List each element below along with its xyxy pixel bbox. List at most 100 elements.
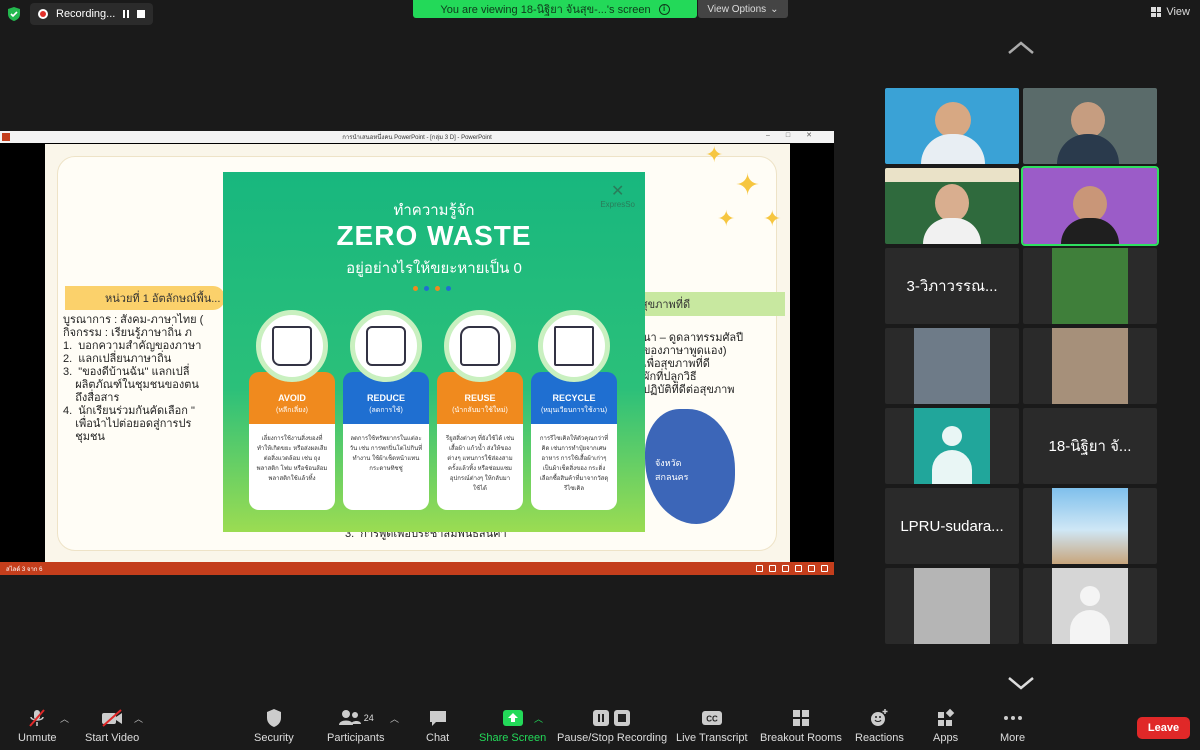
caret-up-icon[interactable]: ︿: [534, 712, 543, 725]
notes-icon[interactable]: [769, 565, 776, 572]
reactions-button[interactable]: Reactions: [855, 708, 904, 744]
live-transcript-button[interactable]: CC Live Transcript: [676, 708, 748, 744]
participant-name: 3-วิภาวรรณ...: [906, 278, 998, 295]
avoid-description: เลี่ยงการใช้งานสิ่งของที่ทำให้เกิดขยะ หร…: [249, 424, 335, 510]
avatar-icon: [914, 408, 990, 484]
recording-box: Recording...: [30, 3, 154, 25]
live-transcript-label: Live Transcript: [676, 732, 748, 744]
breakout-rooms-icon: [792, 708, 810, 728]
viewing-text: You are viewing 18-นิฐิยา จันสุข-...'s s…: [440, 4, 651, 16]
participant-tile[interactable]: [1023, 88, 1157, 164]
info-icon[interactable]: i: [658, 3, 670, 15]
normal-view-icon[interactable]: [782, 565, 789, 572]
view-button[interactable]: View: [1151, 6, 1190, 18]
chevron-down-icon[interactable]: [1007, 676, 1035, 690]
more-button[interactable]: More: [1000, 708, 1025, 744]
star-icon: ✦: [717, 206, 736, 231]
caret-up-icon[interactable]: ︿: [390, 712, 399, 725]
powerpoint-title: การนำเสนอหนึ่งคน PowerPoint - [กลุ่ม 3 D…: [342, 135, 492, 141]
participant-tile[interactable]: [885, 168, 1019, 244]
breakout-rooms-button[interactable]: Breakout Rooms: [760, 708, 842, 744]
recycle-label: RECYCLE: [552, 393, 596, 403]
video-off-icon: [100, 708, 124, 728]
decorative-dots: [413, 286, 451, 291]
participant-tile[interactable]: [1023, 488, 1157, 564]
slide-tools: [756, 565, 828, 572]
participant-tile-active-speaker[interactable]: [1021, 166, 1159, 246]
view-options-button[interactable]: View Options ⌄: [698, 0, 788, 18]
meeting-toolbar: Unmute ︿ Start Video ︿ Security 24 Parti…: [0, 700, 1200, 750]
pause-recording-icon[interactable]: [123, 10, 130, 18]
reading-view-icon[interactable]: [808, 565, 815, 572]
start-video-button[interactable]: Start Video: [85, 708, 139, 744]
share-screen-icon: [502, 708, 524, 728]
participant-tile[interactable]: [885, 408, 1019, 484]
participant-tile[interactable]: [1023, 248, 1157, 324]
pause-stop-icon: [592, 708, 632, 728]
shirt-icon: [444, 310, 516, 382]
zero-waste-infographic: ✕ ExpresSo ทำความรู้จัก ZERO WASTE อยู่อ…: [223, 172, 645, 532]
participant-face: [935, 184, 969, 222]
participant-name: LPRU-sudara...: [900, 517, 1004, 535]
apps-button[interactable]: Apps: [933, 708, 958, 744]
leave-button[interactable]: Leave: [1137, 717, 1190, 739]
powerpoint-statusbar: สไลด์ 3 จาก 6: [0, 562, 834, 575]
zero-waste-title: ZERO WASTE: [336, 220, 532, 251]
view-options-label: View Options: [707, 3, 767, 15]
recycle-bin-icon: [538, 310, 610, 382]
slide-counter: สไลด์ 3 จาก 6: [6, 566, 43, 573]
pause-stop-recording-button[interactable]: Pause/Stop Recording: [557, 708, 667, 744]
sorter-view-icon[interactable]: [795, 565, 802, 572]
view-label: View: [1166, 6, 1190, 18]
participant-name: 18-นิฐิยา จั...: [1048, 438, 1132, 455]
participant-tile[interactable]: [885, 328, 1019, 404]
viewing-banner: You are viewing 18-นิฐิยา จันสุข-...'s s…: [413, 0, 697, 18]
slide-left-text: บูรณาการ : สังคม-ภาษาไทย ( กิจกรรม : เรี…: [63, 314, 204, 443]
slide: ✦ ✦ ✦ ✦ หน่วยที่ 1 อัตลักษณ์พื้น... 3 สู…: [45, 144, 790, 562]
zero-waste-avoid: AVOID (หลีกเลี่ยง) เลี่ยงการใช้งานสิ่งขอ…: [249, 310, 335, 510]
more-label: More: [1000, 732, 1026, 744]
shared-screen: การนำเสนอหนึ่งคน PowerPoint - [กลุ่ม 3 D…: [0, 131, 834, 575]
participant-photo: [1052, 248, 1128, 324]
unit-band: หน่วยที่ 1 อัตลักษณ์พื้น...: [65, 286, 225, 310]
slideshow-icon[interactable]: [821, 565, 828, 572]
reuse-sublabel: (นำกลับมาใช้ใหม่): [452, 407, 508, 414]
powerpoint-titlebar: การนำเสนอหนึ่งคน PowerPoint - [กลุ่ม 3 D…: [0, 131, 834, 143]
map-label-line: จังหวัด: [655, 458, 682, 468]
apps-label: Apps: [933, 732, 959, 744]
caret-up-icon[interactable]: ︿: [134, 712, 143, 725]
chat-button[interactable]: Chat: [426, 708, 449, 744]
zero-waste-reduce: REDUCE (ลดการใช้) ลดการใช้ทรัพยากรในแต่ล…: [343, 310, 429, 510]
reactions-icon: [869, 708, 889, 728]
participant-tile[interactable]: [1023, 328, 1157, 404]
shield-icon[interactable]: [6, 6, 22, 22]
participant-tile[interactable]: 3-วิภาวรรณ...: [885, 248, 1019, 324]
participant-tile[interactable]: [885, 568, 1019, 644]
participant-photo: [914, 328, 990, 404]
security-label: Security: [254, 732, 294, 744]
star-icon: ✦: [735, 169, 761, 202]
slide-right-text: นา – ดูดลาทรรมศัลปี ของภาษาพูดแอง) เพื่อ…: [643, 332, 744, 396]
participant-face: [1073, 186, 1107, 222]
prev-icon[interactable]: [756, 565, 763, 572]
participant-body: [921, 134, 985, 164]
participant-body: [1057, 134, 1119, 164]
participants-button[interactable]: 24 Participants: [327, 708, 384, 744]
participant-tile[interactable]: 18-นิฐิยา จั...: [1023, 408, 1157, 484]
recording-label: Recording...: [56, 8, 116, 20]
recycle-description: การรีไซเคิลให้ตัวคุณกว่าที่คิด เช่นการทำ…: [531, 424, 617, 510]
security-button[interactable]: Security: [254, 708, 294, 744]
unmute-button[interactable]: Unmute: [18, 708, 57, 744]
participant-body: [1061, 218, 1119, 244]
cc-icon: CC: [701, 708, 723, 728]
unmute-label: Unmute: [18, 732, 57, 744]
participant-tile[interactable]: LPRU-sudara...: [885, 488, 1019, 564]
participant-tile[interactable]: [885, 88, 1019, 164]
grid-icon: [1151, 7, 1162, 17]
zero-waste-subtitle-top: ทำความรู้จัก: [393, 202, 475, 219]
caret-up-icon[interactable]: ︿: [60, 712, 69, 725]
participant-tile[interactable]: [1023, 568, 1157, 644]
chevron-up-icon[interactable]: [1007, 41, 1035, 55]
stop-recording-icon[interactable]: [137, 10, 146, 18]
recycle-sublabel: (หมุนเวียนการใช้งาน): [540, 407, 608, 414]
